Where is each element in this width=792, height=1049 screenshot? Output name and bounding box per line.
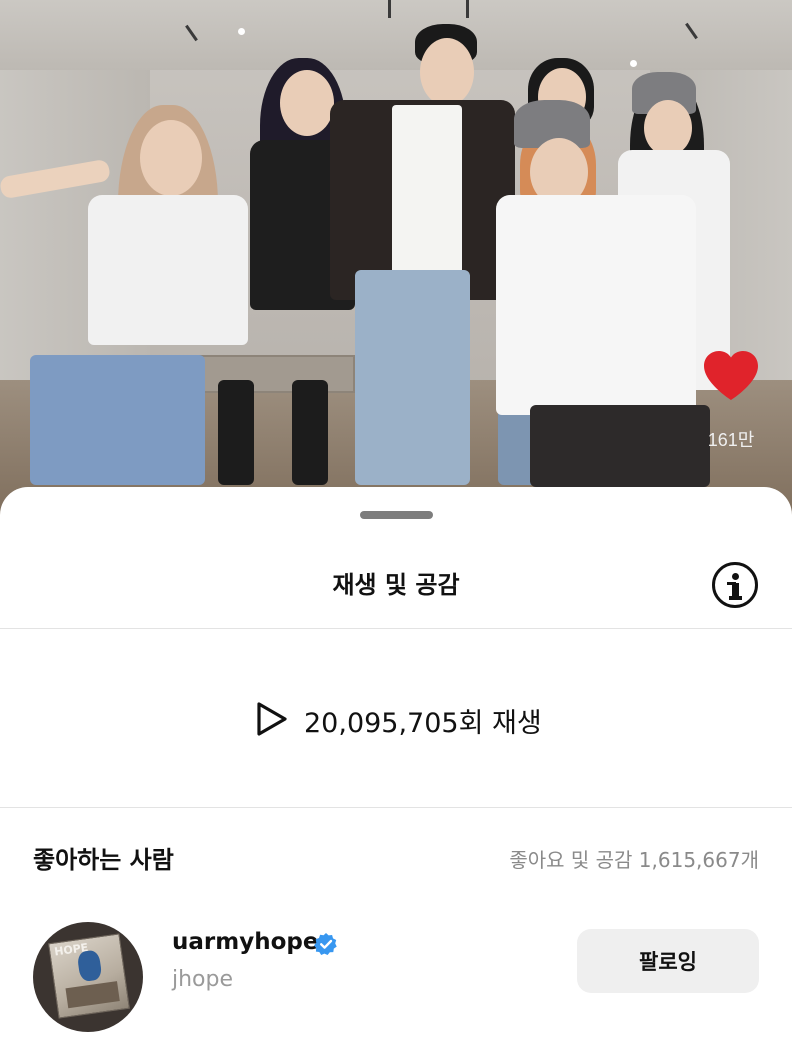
- play-count-text: 20,095,705회 재생: [304, 708, 542, 739]
- ceiling-stripe: [388, 0, 391, 18]
- album-cover-image: HOPE: [48, 933, 130, 1019]
- ceiling-stripe: [185, 24, 198, 42]
- studio-ceiling: [0, 0, 792, 70]
- ceiling-light: [238, 28, 245, 35]
- info-circle-icon[interactable]: [712, 562, 758, 608]
- ceiling-stripe: [466, 0, 469, 18]
- liker-username[interactable]: uarmyhope: [172, 929, 318, 955]
- verified-badge-icon: [314, 933, 337, 955]
- like-count: 161만: [707, 430, 755, 450]
- following-button[interactable]: 팔로잉: [577, 929, 759, 993]
- play-count-row: 20,095,705회 재생: [0, 697, 792, 741]
- play-icon: [257, 702, 287, 736]
- plays-and-likes-sheet: 재생 및 공감 20,095,705회 재생 좋아하는 사람 좋아요 및 공감 …: [0, 487, 792, 1049]
- liker-list-item[interactable]: HOPE uarmyhope jhope 팔로잉: [0, 919, 792, 1032]
- sheet-drag-handle[interactable]: [360, 511, 433, 519]
- divider: [0, 807, 792, 808]
- likes-total-count: 좋아요 및 공감 1,615,667개: [509, 848, 759, 872]
- likers-section-title: 좋아하는 사람: [33, 846, 174, 874]
- reel-video-thumbnail[interactable]: 161만: [0, 0, 792, 520]
- screen: 161만 재생 및 공감 20,095,705회 재생 좋아하는 사람 좋아요 …: [0, 0, 792, 1049]
- divider: [0, 628, 792, 629]
- heart-icon[interactable]: [702, 350, 760, 402]
- ceiling-light: [630, 60, 637, 67]
- sheet-title: 재생 및 공감: [332, 571, 460, 599]
- avatar[interactable]: HOPE: [33, 922, 143, 1032]
- ceiling-stripe: [685, 22, 698, 40]
- liker-display-name: jhope: [172, 967, 234, 992]
- like-control[interactable]: 161만: [700, 350, 762, 450]
